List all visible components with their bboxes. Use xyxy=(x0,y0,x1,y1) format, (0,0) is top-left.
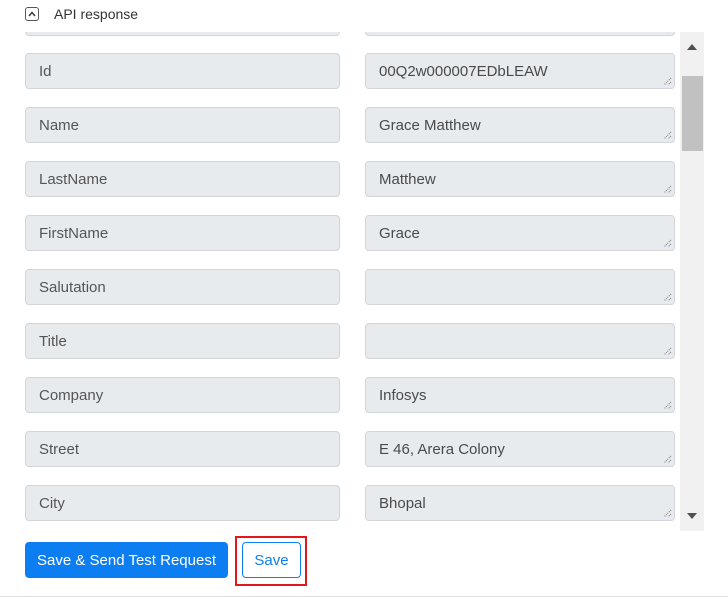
field-value[interactable]: Grace xyxy=(365,215,675,251)
field-key: City xyxy=(25,485,340,521)
save-and-send-test-request-button[interactable]: Save & Send Test Request xyxy=(25,542,228,578)
resize-grip-icon[interactable] xyxy=(662,346,672,356)
field-value[interactable] xyxy=(365,323,675,359)
field-key: Name xyxy=(25,107,340,143)
field-value[interactable]: 00Q2w000007EDbLEAW xyxy=(365,53,675,89)
resize-grip-icon[interactable] xyxy=(662,508,672,518)
field-key: Salutation xyxy=(25,269,340,305)
field-row: Salutation xyxy=(25,269,675,305)
field-value[interactable]: Matthew xyxy=(365,161,675,197)
scroll-down-button[interactable] xyxy=(680,507,704,525)
field-value[interactable]: 00Q2w000007EDbLEAW xyxy=(365,32,675,36)
field-key: LastName xyxy=(25,161,340,197)
field-key: Company xyxy=(25,377,340,413)
field-row: FirstName Grace xyxy=(25,215,675,251)
field-key: Title xyxy=(25,323,340,359)
field-value[interactable]: Bhopal xyxy=(365,485,675,521)
fields-scroll-area: 00Q2w000007EDbLEAW Id 00Q2w000007EDbLEAW Na… xyxy=(0,32,705,531)
section-title: API response xyxy=(54,6,139,22)
save-button[interactable]: Save xyxy=(242,542,301,578)
resize-grip-icon[interactable] xyxy=(662,184,672,194)
field-value[interactable] xyxy=(365,269,675,305)
collapse-toggle[interactable] xyxy=(25,7,39,21)
arrow-down-icon xyxy=(687,513,697,519)
field-row: Company Infosys xyxy=(25,377,675,413)
field-row: Name Grace Matthew xyxy=(25,107,675,143)
resize-grip-icon[interactable] xyxy=(662,454,672,464)
arrow-up-icon xyxy=(687,44,697,50)
chevron-up-icon xyxy=(28,11,36,17)
resize-grip-icon[interactable] xyxy=(662,32,672,33)
divider xyxy=(0,596,728,597)
field-key: FirstName xyxy=(25,215,340,251)
field-row: Title xyxy=(25,323,675,359)
field-key: Street xyxy=(25,431,340,467)
api-response-header: API response xyxy=(25,4,138,24)
field-key xyxy=(25,32,340,36)
field-value[interactable]: E 46, Arera Colony xyxy=(365,431,675,467)
resize-grip-icon[interactable] xyxy=(662,238,672,248)
resize-grip-icon[interactable] xyxy=(662,292,672,302)
field-row: Id 00Q2w000007EDbLEAW xyxy=(25,53,675,89)
resize-grip-icon[interactable] xyxy=(662,400,672,410)
field-row: City Bhopal xyxy=(25,485,675,521)
scroll-up-button[interactable] xyxy=(680,38,704,56)
resize-grip-icon[interactable] xyxy=(662,130,672,140)
field-value[interactable]: Infosys xyxy=(365,377,675,413)
field-row: LastName Matthew xyxy=(25,161,675,197)
resize-grip-icon[interactable] xyxy=(662,76,672,86)
field-value[interactable]: Grace Matthew xyxy=(365,107,675,143)
scrollbar-thumb[interactable] xyxy=(682,76,703,151)
vertical-scrollbar[interactable] xyxy=(680,32,704,531)
field-row: Street E 46, Arera Colony xyxy=(25,431,675,467)
field-key: Id xyxy=(25,53,340,89)
field-row-partial: 00Q2w000007EDbLEAW xyxy=(25,32,675,36)
